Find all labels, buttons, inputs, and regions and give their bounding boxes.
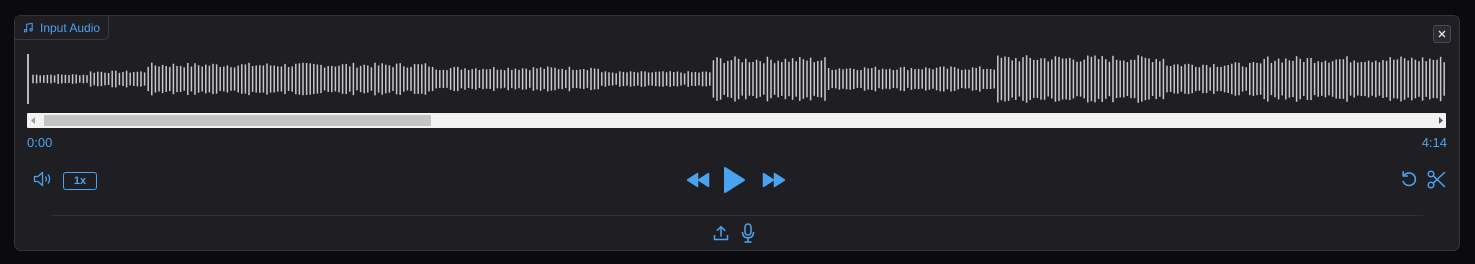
close-button[interactable] xyxy=(1433,25,1451,43)
duration: 4:14 xyxy=(1421,135,1447,150)
music-note-icon xyxy=(23,22,34,33)
volume-icon xyxy=(33,171,54,192)
trim-button[interactable] xyxy=(1426,169,1446,194)
fast-forward-icon xyxy=(762,172,786,193)
volume-button[interactable] xyxy=(32,171,54,191)
scroll-right-arrow-icon[interactable] xyxy=(1434,113,1446,128)
rewind-icon xyxy=(686,172,710,193)
undo-icon xyxy=(1400,170,1419,194)
audio-player-panel: Input Audio 0:00 4:14 1x xyxy=(14,15,1460,251)
upload-button[interactable] xyxy=(712,225,730,246)
scroll-left-arrow-icon[interactable] xyxy=(27,113,39,128)
input-audio-label: Input Audio xyxy=(15,16,110,40)
close-icon xyxy=(1438,25,1446,43)
scissors-icon xyxy=(1426,169,1446,194)
microphone-icon xyxy=(741,222,755,248)
play-icon xyxy=(722,166,746,199)
waveform[interactable] xyxy=(27,50,1449,108)
current-time: 0:00 xyxy=(27,135,53,150)
reset-button[interactable] xyxy=(1399,170,1419,194)
rewind-button[interactable] xyxy=(685,172,710,192)
waveform-scrollbar[interactable] xyxy=(27,113,1446,128)
footer-divider xyxy=(51,215,1423,216)
playback-speed-button[interactable]: 1x xyxy=(63,172,97,190)
microphone-button[interactable] xyxy=(740,222,756,248)
play-button[interactable] xyxy=(721,166,747,199)
scrollbar-thumb[interactable] xyxy=(44,115,431,126)
upload-icon xyxy=(713,225,729,246)
panel-title: Input Audio xyxy=(40,20,101,35)
fast-forward-button[interactable] xyxy=(761,172,786,192)
